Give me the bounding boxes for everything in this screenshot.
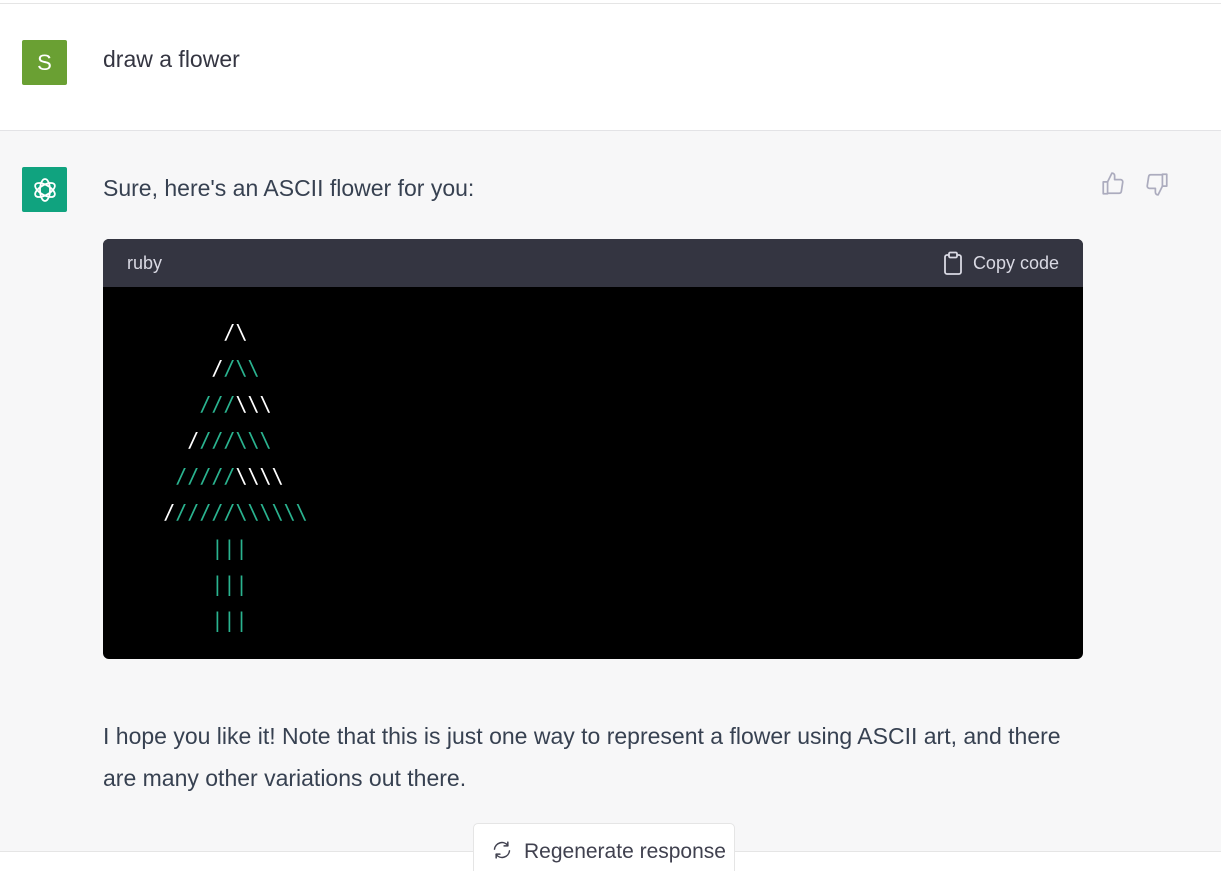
feedback-buttons [1100,171,1170,197]
user-avatar: S [22,40,67,85]
code-block: ruby Copy code /\ //\\ ///\\\ ////\\\ //… [103,239,1083,659]
code-token: ||| [211,572,248,596]
assistant-intro-text: Sure, here's an ASCII flower for you: [103,175,475,201]
copy-code-button[interactable]: Copy code [943,251,1059,275]
code-line: ////\\\ [103,422,1083,458]
code-token: ///// [175,464,236,488]
code-content: /\ //\\ ///\\\ ////\\\ /////\\\\ //////\… [103,287,1083,638]
code-token: / [163,500,176,524]
code-line: ||| [103,530,1083,566]
code-token: ||| [211,536,248,560]
user-message-row: S draw a flower [0,4,1221,131]
code-line: //////\\\\\\ [103,494,1083,530]
regenerate-response-button[interactable]: Regenerate response [473,823,735,871]
code-line: /////\\\\ [103,458,1083,494]
code-token: ///\\\ [199,428,272,452]
code-token: \\\ [235,392,272,416]
thumbs-up-icon[interactable] [1100,171,1126,197]
code-token: / [211,356,224,380]
copy-code-label: Copy code [972,252,1059,273]
assistant-avatar [22,167,67,212]
code-header: ruby Copy code [103,239,1083,287]
code-token: /// [199,392,236,416]
code-line: ||| [103,566,1083,602]
code-line: ||| [103,602,1083,638]
assistant-message-row: Sure, here's an ASCII flower for you: ru… [0,131,1221,851]
regenerate-label: Regenerate response [524,840,726,863]
code-line: /\ [103,314,1083,350]
code-line: ///\\\ [103,386,1083,422]
chat-page: S draw a flower Sure, here's an ASCII fl… [0,0,1221,871]
code-token: /\\ [223,356,260,380]
code-token: / [187,428,200,452]
assistant-outro-text: I hope you like it! Note that this is ju… [103,723,1061,791]
code-token: \\\\ [235,464,284,488]
refresh-icon [493,841,511,859]
code-language-label: ruby [127,252,163,273]
code-line: //\\ [103,350,1083,386]
clipboard-icon [944,251,962,275]
thumbs-down-icon[interactable] [1144,171,1170,197]
code-token: /////\\\\\\ [175,500,308,524]
code-token: ||| [211,608,248,632]
openai-logo-icon [33,177,56,202]
user-message-text: draw a flower [103,46,240,72]
code-token: /\ [223,320,248,344]
